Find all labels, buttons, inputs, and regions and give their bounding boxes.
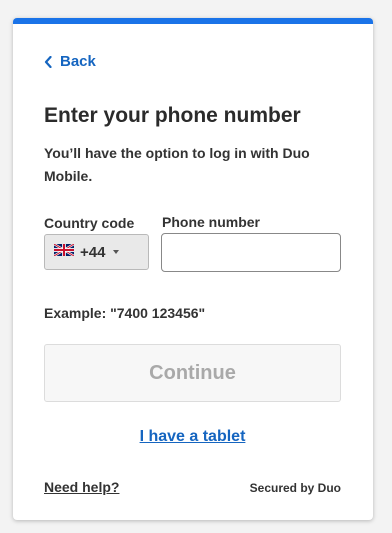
phone-number-label: Phone number: [162, 214, 261, 230]
back-label: Back: [60, 53, 96, 70]
country-code-value: +44: [80, 243, 106, 261]
phone-number-input[interactable]: [161, 233, 341, 272]
tablet-link[interactable]: I have a tablet: [44, 428, 341, 446]
chevron-left-icon: [44, 55, 52, 68]
example-hint: Example: "7400 123456": [44, 305, 206, 321]
page-title: Enter your phone number: [44, 104, 301, 127]
auth-card: Back Enter your phone number You’ll have…: [13, 18, 373, 520]
tablet-link-label: I have a tablet: [139, 428, 246, 445]
country-code-select[interactable]: +44: [44, 234, 149, 270]
secured-by-label: Secured by Duo: [249, 481, 341, 495]
country-code-label: Country code: [44, 215, 135, 231]
caret-down-icon: [113, 250, 120, 254]
continue-button[interactable]: Continue: [44, 344, 341, 402]
back-link[interactable]: Back: [44, 53, 96, 70]
need-help-link[interactable]: Need help?: [44, 479, 119, 495]
page-subtitle: You’ll have the option to log in with Du…: [44, 145, 310, 184]
uk-flag-icon: [53, 242, 75, 261]
